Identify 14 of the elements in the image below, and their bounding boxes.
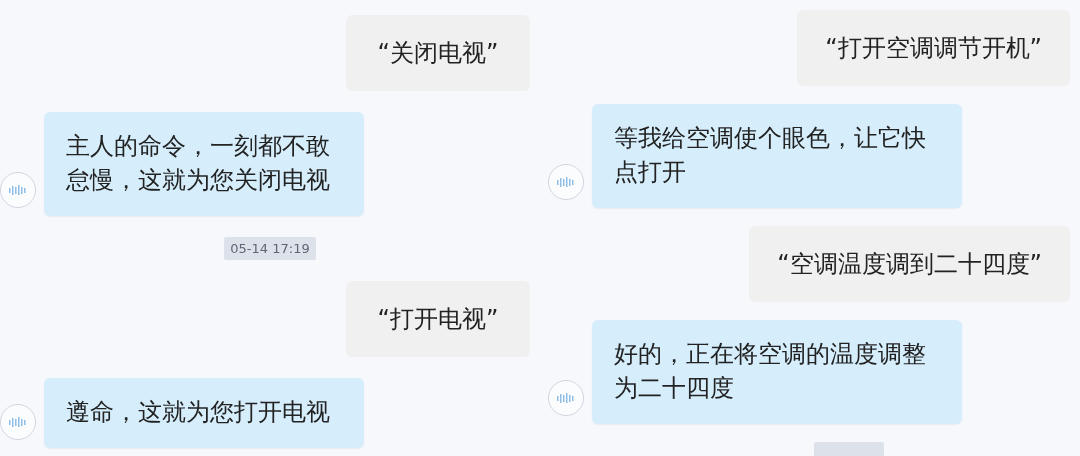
message-bubble: “打开空调调节开机” — [797, 10, 1070, 86]
message-bubble: 好的，正在将空调的温度调整为二十四度 — [592, 320, 962, 424]
message-bubble: 遵命，这就为您打开电视 — [44, 378, 364, 448]
message-bubble: “打开电视” — [346, 281, 530, 357]
message-bubble: “空调温度调到二十四度” — [749, 226, 1070, 302]
waveform-icon — [556, 176, 576, 188]
waveform-icon — [8, 416, 28, 428]
timestamp: 05-14 17:19 — [224, 237, 316, 260]
waveform-icon — [8, 184, 28, 196]
message-bubble: “关闭电视” — [346, 15, 530, 91]
timestamp-pill — [814, 442, 884, 456]
waveform-icon — [556, 392, 576, 404]
message-bubble: 主人的命令，一刻都不敢怠慢，这就为您关闭电视 — [44, 112, 364, 216]
message-bubble: 等我给空调使个眼色，让它快点打开 — [592, 104, 962, 208]
